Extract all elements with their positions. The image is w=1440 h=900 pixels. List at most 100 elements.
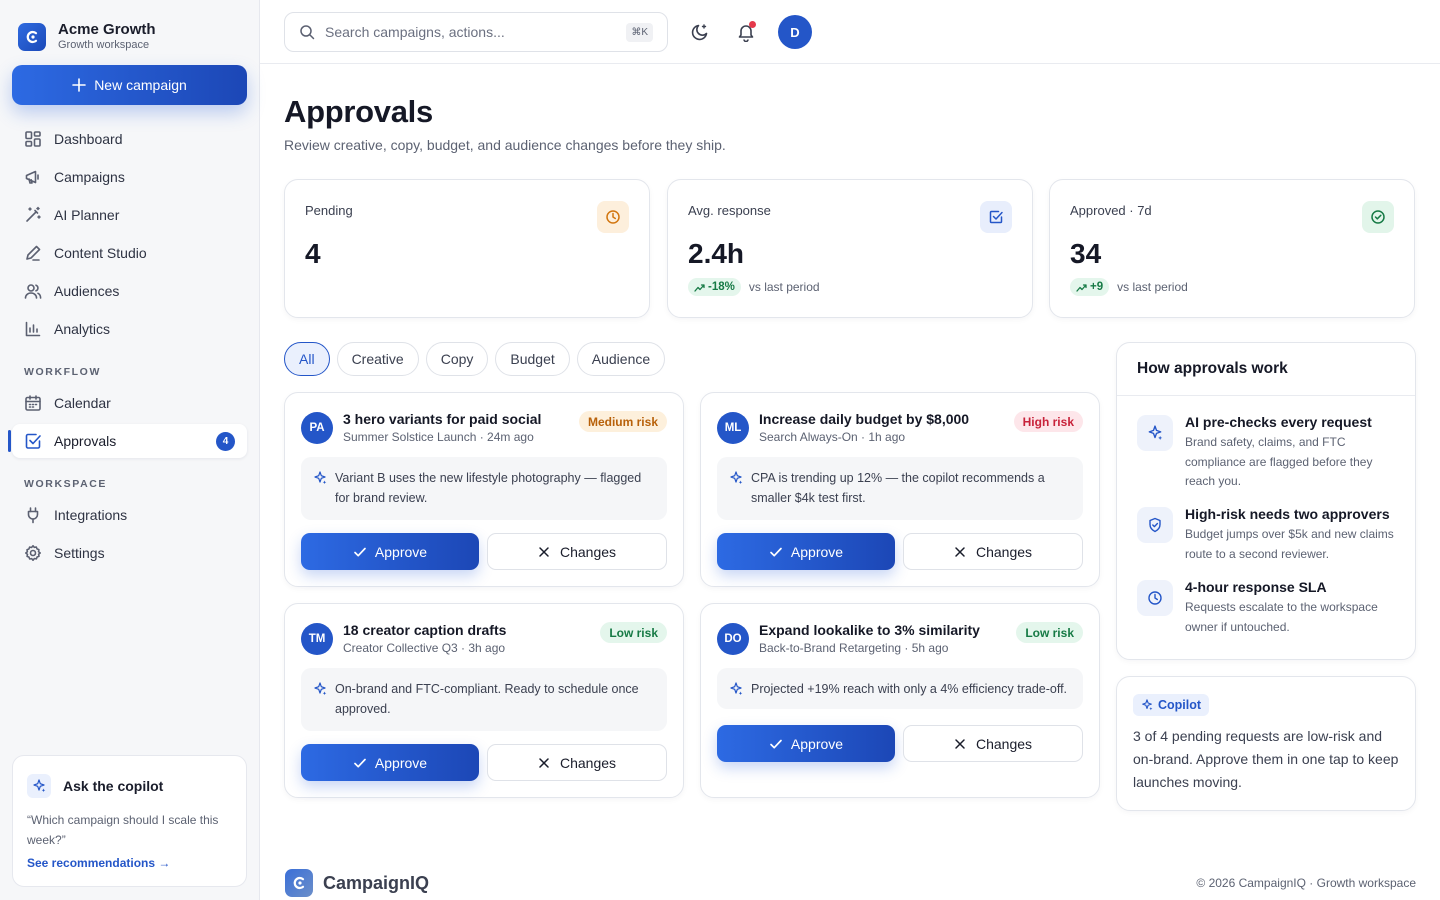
request-meta: Creator Collective Q3 · 3h ago [343,641,506,655]
sparkle-icon [314,471,327,485]
approve-button[interactable]: Approve [301,533,479,570]
sidebar-item-audiences[interactable]: Audiences [12,274,247,308]
page-subtitle: Review creative, copy, budget, and audie… [284,137,726,153]
request-changes-button[interactable]: Changes [903,725,1083,762]
sparkle-icon [27,774,51,798]
sidebar-item-ai-planner[interactable]: AI Planner [12,198,247,232]
check-icon [770,547,782,557]
check-circle-icon [1362,201,1394,233]
pen-icon [26,245,41,261]
search-input[interactable] [325,24,615,40]
request-changes-button[interactable]: Changes [487,744,667,781]
approval-request-card: DO Expand lookalike to 3% similarity Bac… [700,603,1100,798]
close-icon [539,757,549,768]
check-icon [770,739,782,749]
stat-pending: Pending 4 [284,179,650,318]
approvals-count-badge: 4 [216,432,235,451]
risk-badge: Low risk [1016,622,1083,643]
sidebar-item-dashboard[interactable]: Dashboard [12,122,247,156]
copilot-tip-card: Copilot 3 of 4 pending requests are low-… [1116,676,1416,811]
plus-icon [72,78,86,92]
megaphone-icon [25,170,39,184]
avatar: DO [717,623,749,655]
request-title: 3 hero variants for paid social [343,411,542,427]
theme-toggle-button[interactable] [686,18,714,46]
copilot-badge: Copilot [1133,694,1210,716]
workflow-nav: Calendar Approvals 4 [8,386,247,462]
copilot-note: On-brand and FTC-compliant. Ready to sch… [301,668,667,731]
clock-icon [597,201,629,233]
notification-dot [749,21,756,28]
copilot-note: Variant B uses the new lifestyle photogr… [301,457,667,520]
brand-name: Acme Growth [58,21,156,38]
check-icon [354,547,366,557]
filter-chips: All Creative Copy Budget Audience [284,342,666,376]
page-title: Approvals [284,94,433,129]
bar-chart-icon [25,321,41,337]
see-recommendations-link[interactable]: See recommendations → [27,856,232,870]
filter-copy[interactable]: Copy [425,342,489,376]
filter-audience[interactable]: Audience [576,342,666,376]
user-avatar[interactable]: D [778,15,812,49]
close-icon [539,546,549,557]
brand[interactable]: Acme Growth Growth workspace [18,21,156,52]
check-square-icon [25,433,41,449]
brand-logo-icon [18,22,46,51]
approve-button[interactable]: Approve [717,725,895,762]
sidebar-item-integrations[interactable]: Integrations [12,498,247,532]
filter-creative[interactable]: Creative [336,342,419,376]
request-changes-button[interactable]: Changes [903,533,1083,570]
search-box[interactable]: ⌘K [284,12,668,52]
request-title: 18 creator caption drafts [343,622,507,638]
ask-copilot-title: Ask the copilot [63,778,164,794]
trend-up-icon [694,283,705,292]
risk-badge: Low risk [600,622,667,643]
panel-title: How approvals work [1117,343,1415,396]
search-icon [300,25,315,40]
sidebar: Acme Growth Growth workspace New campaig… [0,0,260,900]
stat-delta: +9 vs last period [1070,278,1188,296]
workspace-section-title: WORKSPACE [24,478,108,490]
request-meta: Back-to-Brand Retargeting · 5h ago [759,641,949,655]
check-square-icon [980,201,1012,233]
brand-workspace: Growth workspace [58,39,150,51]
shield-icon [1137,507,1173,543]
main-nav: Dashboard Campaigns AI Planner Content S… [12,122,247,350]
calendar-icon [25,395,41,411]
new-campaign-button[interactable]: New campaign [12,65,247,105]
footer-brand: CampaignIQ [285,869,429,897]
filter-budget[interactable]: Budget [495,342,570,376]
avatar: ML [717,412,749,444]
sidebar-item-analytics[interactable]: Analytics [12,312,247,346]
new-campaign-label: New campaign [94,77,187,93]
copilot-question: “Which campaign should I scale this week… [27,813,219,847]
workflow-section-title: WORKFLOW [24,366,101,378]
approval-request-card: TM 18 creator caption drafts Creator Col… [284,603,684,798]
how-approvals-work-panel: How approvals work AI pre-checks every r… [1116,342,1416,660]
sidebar-item-campaigns[interactable]: Campaigns [12,160,247,194]
sidebar-item-approvals[interactable]: Approvals 4 [8,424,247,458]
approve-button[interactable]: Approve [717,533,895,570]
trend-up-icon [1076,283,1087,292]
magic-wand-icon [26,206,41,222]
copilot-note: Projected +19% reach with only a 4% effi… [717,668,1083,709]
sidebar-item-calendar[interactable]: Calendar [12,386,247,420]
footer-copyright: © 2026 CampaignIQ · Growth workspace [1196,876,1416,890]
risk-badge: High risk [1013,411,1083,432]
request-changes-button[interactable]: Changes [487,533,667,570]
request-title: Expand lookalike to 3% similarity [759,622,980,638]
sidebar-item-content-studio[interactable]: Content Studio [12,236,247,270]
sparkle-icon [314,682,327,696]
ask-copilot-card[interactable]: Ask the copilot “Which campaign should I… [12,755,247,887]
sparkle-icon [1142,699,1153,711]
approve-button[interactable]: Approve [301,744,479,781]
sidebar-item-settings[interactable]: Settings [12,536,247,570]
notifications-button[interactable] [732,18,760,46]
sparkle-icon [1137,415,1173,451]
clock-icon [1137,580,1173,616]
topbar: ⌘K D [260,0,1440,64]
stat-avg-response: Avg. response 2.4h -18% vs last period [667,179,1033,318]
filter-all[interactable]: All [284,342,330,376]
grid-icon [25,131,41,147]
users-icon [24,284,42,299]
